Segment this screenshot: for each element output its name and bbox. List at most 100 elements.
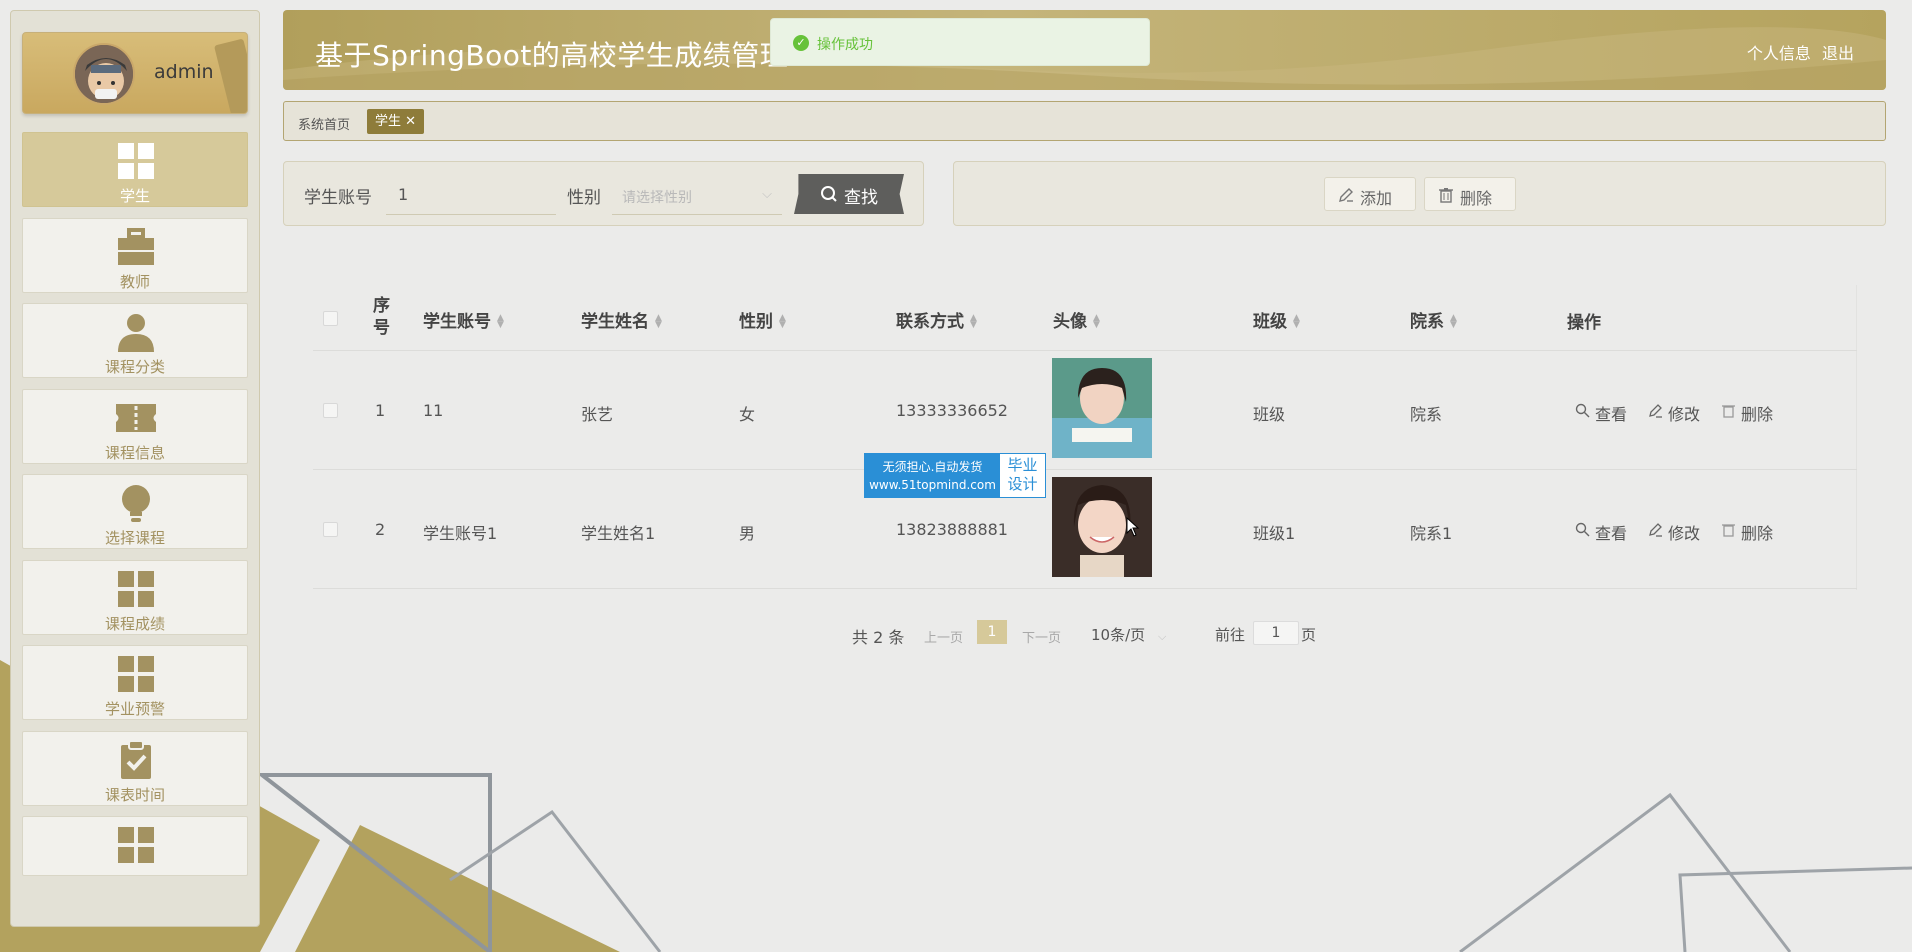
sort-icon[interactable]: ▲ ▼ — [497, 314, 504, 330]
edit-button[interactable]: 修改 — [1648, 520, 1700, 544]
sort-icon[interactable]: ▲ ▼ — [1293, 314, 1300, 330]
edit-pen-icon — [1649, 523, 1662, 537]
sidebar-item-select-course[interactable]: 选择课程 — [22, 474, 248, 549]
logout-link[interactable]: 退出 — [1822, 44, 1854, 63]
sidebar-item-label: 课程成绩 — [104, 615, 165, 633]
sort-icon[interactable]: ▲ ▼ — [1093, 314, 1100, 330]
column-header-phone[interactable]: 联系方式 ▲ ▼ — [896, 307, 977, 332]
view-button[interactable]: 查看 — [1575, 520, 1627, 544]
search-button[interactable]: 查找 — [794, 174, 904, 214]
delete-label: 删除 — [1741, 405, 1774, 424]
username: admin — [154, 61, 214, 83]
grid-icon — [118, 571, 154, 607]
row-checkbox[interactable] — [323, 403, 338, 418]
sidebar-item-student[interactable]: 学生 — [22, 132, 248, 207]
sidebar-item-course-info[interactable]: 课程信息 — [22, 389, 248, 464]
grid-icon — [118, 143, 154, 179]
cell-account: 11 — [423, 401, 444, 420]
select-all-checkbox[interactable] — [323, 311, 338, 326]
cell-phone: 13333336652 — [896, 401, 1008, 420]
next-page-button[interactable]: 下一页 — [1022, 627, 1061, 646]
tab-student[interactable]: 学生 ✕ — [367, 109, 425, 134]
row-checkbox[interactable] — [323, 522, 338, 537]
close-icon[interactable]: ✕ — [405, 114, 416, 129]
sort-icon[interactable]: ▲ ▼ — [655, 314, 662, 330]
gender-placeholder: 请选择性别 — [622, 190, 692, 206]
column-header-label: 学生账号 — [423, 312, 491, 332]
sort-icon[interactable]: ▲ ▼ — [970, 314, 977, 330]
watermark-left: 无须担心.自动发货 www.51topmind.com — [865, 454, 1000, 497]
cell-dept: 院系 — [1410, 405, 1443, 424]
column-header-class[interactable]: 班级 ▲ ▼ — [1253, 307, 1300, 332]
student-photo[interactable] — [1052, 358, 1152, 458]
search-button-label: 查找 — [844, 188, 878, 208]
check-circle-icon: ✓ — [793, 35, 809, 51]
cell-account: 学生账号1 — [423, 524, 498, 543]
edit-label: 修改 — [1668, 405, 1701, 424]
sidebar-item-course-category[interactable]: 课程分类 — [22, 303, 248, 378]
sidebar-item-label: 课表时间 — [104, 786, 165, 804]
column-header-label: 院系 — [1410, 312, 1444, 332]
sidebar: admin 学生 教师 课程分类 课程信息 选择课程 课程成绩 学业预警 课表时… — [10, 10, 260, 927]
success-toast: ✓ 操作成功 — [770, 18, 1150, 66]
user-card[interactable]: admin — [22, 32, 248, 114]
cell-class: 班级 — [1253, 405, 1286, 424]
sidebar-item-teacher[interactable]: 教师 — [22, 218, 248, 293]
prev-page-button[interactable]: 上一页 — [924, 627, 963, 646]
column-header-ops: 操作 — [1567, 313, 1601, 333]
column-header-label: 联系方式 — [896, 312, 964, 332]
sidebar-item-more[interactable] — [22, 816, 248, 876]
grid-icon — [118, 656, 154, 692]
column-header-avatar[interactable]: 头像 ▲ ▼ — [1053, 307, 1100, 332]
page-size-value: 10条/页 — [1091, 626, 1146, 644]
add-button[interactable]: 添加 — [1324, 177, 1416, 211]
cell-name: 学生姓名1 — [581, 524, 656, 543]
student-table: 序号 学生账号 ▲ ▼ 学生姓名 ▲ ▼ 性别 ▲ ▼ 联系方式 ▲ ▼ 头像 ▲ ▼ 班级 ▲ ▼ 院… — [313, 285, 1857, 590]
sort-icon[interactable]: ▲ ▼ — [1450, 314, 1457, 330]
add-button-label: 添加 — [1360, 189, 1393, 208]
delete-button[interactable]: 删除 — [1424, 177, 1516, 211]
column-header-name[interactable]: 学生姓名 ▲ ▼ — [581, 307, 662, 332]
column-header-account[interactable]: 学生账号 ▲ ▼ — [423, 307, 504, 332]
action-panel: 添加 删除 — [953, 161, 1886, 226]
gender-select[interactable]: 请选择性别 ⌵ — [612, 175, 782, 215]
sidebar-item-course-grades[interactable]: 课程成绩 — [22, 560, 248, 635]
watermark-badge: 无须担心.自动发货 www.51topmind.com 毕业 设计 — [864, 453, 1046, 498]
edit-button[interactable]: 修改 — [1648, 401, 1700, 425]
header-links: 个人信息 退出 — [1741, 40, 1854, 64]
breadcrumb: 系统首页 学生 ✕ — [283, 101, 1886, 141]
cell-phone: 13823888881 — [896, 520, 1008, 539]
sidebar-item-academic-warning[interactable]: 学业预警 — [22, 645, 248, 720]
cell-name: 张艺 — [581, 405, 614, 424]
row-delete-button[interactable]: 删除 — [1721, 401, 1773, 425]
profile-link[interactable]: 个人信息 — [1747, 44, 1811, 63]
column-header-dept[interactable]: 院系 ▲ ▼ — [1410, 307, 1457, 332]
page-number-current[interactable]: 1 — [977, 620, 1007, 644]
account-input[interactable] — [386, 175, 556, 215]
delete-button-label: 删除 — [1460, 189, 1493, 208]
row-delete-button[interactable]: 删除 — [1721, 520, 1773, 544]
delete-label: 删除 — [1741, 524, 1774, 543]
avatar — [73, 43, 135, 105]
clipboard-check-icon — [121, 740, 151, 779]
app-title: 基于SpringBoot的高校学生成绩管理 — [315, 39, 789, 72]
page-size-select[interactable]: 10条/页 ⌵ — [1091, 624, 1166, 645]
chevron-down-icon: ⌵ — [762, 187, 772, 202]
table-header: 序号 学生账号 ▲ ▼ 学生姓名 ▲ ▼ 性别 ▲ ▼ 联系方式 ▲ ▼ 头像 ▲ ▼ 班级 ▲ ▼ 院… — [313, 285, 1857, 351]
view-button[interactable]: 查看 — [1575, 401, 1627, 425]
cell-gender: 男 — [739, 524, 756, 543]
lightbulb-icon — [122, 485, 150, 522]
column-header-gender[interactable]: 性别 ▲ ▼ — [739, 307, 786, 332]
sort-icon[interactable]: ▲ ▼ — [779, 314, 786, 330]
gender-label: 性别 — [567, 188, 601, 208]
goto-page-input[interactable]: 1 — [1253, 621, 1299, 645]
trash-icon — [1722, 405, 1735, 418]
breadcrumb-home[interactable]: 系统首页 — [298, 114, 350, 133]
sidebar-item-schedule[interactable]: 课表时间 — [22, 731, 248, 806]
tab-label: 学生 — [375, 114, 402, 129]
search-panel: 学生账号 性别 请选择性别 ⌵ 查找 — [283, 161, 924, 226]
view-label: 查看 — [1595, 524, 1628, 543]
toast-text: 操作成功 — [817, 37, 873, 53]
cell-gender: 女 — [739, 405, 756, 424]
chevron-down-icon: ⌵ — [1157, 630, 1167, 643]
